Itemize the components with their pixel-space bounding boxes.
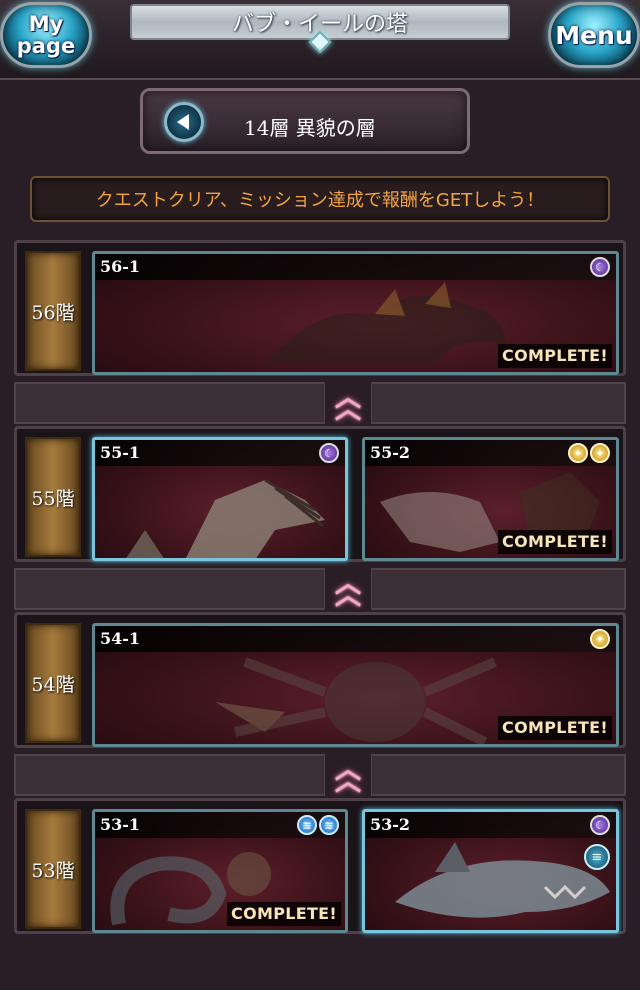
scroll-icon: ≡ [584, 844, 610, 870]
monster-art [215, 657, 497, 744]
floor-connector: ︿ ︿ [325, 752, 371, 800]
quest-53-2[interactable]: 53-2 ☾ ≡ [362, 809, 619, 933]
monster-art [126, 478, 325, 558]
water-element-icon: ≋ [319, 815, 339, 835]
quest-53-1[interactable]: 53-1 ≋ ≋ COMPLETE! [92, 809, 348, 933]
floor-row-54: 54階 54-1 ✦ COMPLETE! [14, 612, 626, 748]
quest-55-1[interactable]: 55-1 ☾ [92, 437, 348, 561]
dark-element-icon: ☾ [590, 257, 610, 277]
dark-element-icon: ☾ [590, 815, 610, 835]
double-chevron-up-icon: ︿ ︿ [334, 383, 361, 425]
menu-label: Menu [555, 20, 633, 50]
mypage-label: My page [16, 12, 76, 58]
floor-connector: ︿ ︿ [325, 380, 371, 428]
quest-id: 55-1 [95, 440, 345, 466]
back-button[interactable] [164, 102, 204, 142]
double-chevron-up-icon: ︿ ︿ [334, 569, 361, 611]
floor-label: 54階 [25, 623, 81, 743]
floor-row-56: 56階 56-1 ☾ COMPLETE! [14, 240, 626, 376]
light-element-icon: ✦ [590, 443, 610, 463]
dark-element-icon: ☾ [319, 443, 339, 463]
complete-badge: COMPLETE! [498, 716, 612, 740]
rail-left [14, 754, 326, 796]
water-element-icon: ≋ [297, 815, 317, 835]
floor-label: 53階 [25, 809, 81, 929]
floor-label: 56階 [25, 251, 81, 371]
rail-right [370, 382, 626, 424]
complete-badge: COMPLETE! [227, 902, 341, 926]
quest-id: 54-1 [95, 626, 616, 652]
floor-row-55: 55階 55-1 ☾ 55-2 ✦ ✦ COMPLETE! [14, 426, 626, 562]
light-element-icon: ✦ [590, 629, 610, 649]
light-element-icon: ✦ [568, 443, 588, 463]
reward-banner: クエストクリア、ミッション達成で報酬をGETしよう！ [30, 176, 610, 222]
monster-art [265, 282, 505, 364]
rail-left [14, 568, 326, 610]
complete-badge: COMPLETE! [498, 530, 612, 554]
quest-id: 53-2 [365, 812, 616, 838]
quest-54-1[interactable]: 54-1 ✦ COMPLETE! [92, 623, 619, 747]
quest-55-2[interactable]: 55-2 ✦ ✦ COMPLETE! [362, 437, 619, 561]
rail-left [14, 382, 326, 424]
layer-title: 14層 異貌の層 [244, 116, 376, 140]
back-arrow-icon [176, 114, 189, 130]
floor-row-53: 53階 53-1 ≋ ≋ COMPLETE! 53-2 ☾ ≡ [14, 798, 626, 934]
monster-art [395, 842, 610, 918]
rail-right [370, 568, 626, 610]
mypage-button[interactable]: My page [0, 2, 92, 68]
floor-label: 55階 [25, 437, 81, 557]
rail-right [370, 754, 626, 796]
floor-connector: ︿ ︿ [325, 566, 371, 614]
quest-id: 56-1 [95, 254, 616, 280]
quest-56-1[interactable]: 56-1 ☾ COMPLETE! [92, 251, 619, 375]
double-chevron-up-icon: ︿ ︿ [334, 755, 361, 797]
complete-badge: COMPLETE! [498, 344, 612, 368]
menu-button[interactable]: Menu [548, 2, 640, 68]
